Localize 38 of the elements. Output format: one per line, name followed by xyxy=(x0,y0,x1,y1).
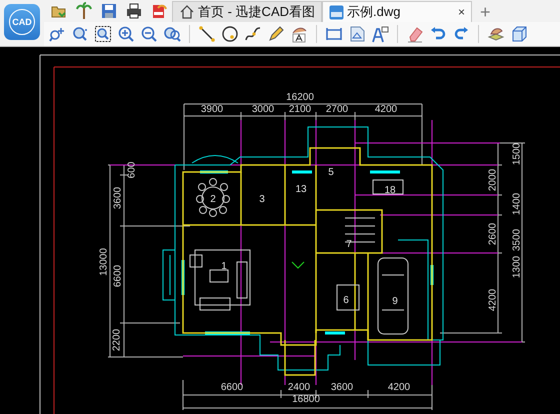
room-number: 5 xyxy=(328,167,334,178)
dimension-label: 2100 xyxy=(288,104,312,115)
room-number: 13 xyxy=(295,184,307,195)
dimension-label: 3000 xyxy=(252,104,274,115)
new-tab-button[interactable]: + xyxy=(472,2,499,22)
room-number: 18 xyxy=(384,185,396,196)
dimension-label: 3600 xyxy=(112,186,124,210)
room-number: 7 xyxy=(346,239,352,250)
dimension-label: 13000 xyxy=(98,248,110,276)
dimension-label: 4200 xyxy=(488,288,498,312)
room-number: 9 xyxy=(392,296,398,307)
dimension-label: 1300 xyxy=(512,256,522,278)
dimension-label: 4200 xyxy=(388,382,410,393)
close-tab-button[interactable]: × xyxy=(418,5,465,19)
room-number: 3 xyxy=(259,194,265,205)
dimension-label: 2400 xyxy=(288,382,310,393)
tab-label: 首页 - 迅捷CAD看图 xyxy=(198,3,315,21)
room-number: 1 xyxy=(221,261,227,272)
dimension-label: 3600 xyxy=(330,382,354,393)
dimension-label: 1400 xyxy=(512,192,522,216)
home-tab[interactable]: 首页 - 迅捷CAD看图 xyxy=(172,1,322,22)
room-number: 2 xyxy=(210,194,216,205)
dimension-label: 3900 xyxy=(200,104,224,115)
dimension-label: 1500 xyxy=(512,142,522,166)
tab-label: 示例.dwg xyxy=(347,3,400,21)
dimension-label: 2700 xyxy=(326,104,348,115)
dimension-label: 2600 xyxy=(488,222,498,246)
dimension-label: 6600 xyxy=(220,382,244,393)
dimension-label: 2000 xyxy=(488,168,498,192)
dimension-label: 2200 xyxy=(112,328,122,352)
dimension-label: 4200 xyxy=(374,104,398,115)
room-number: 6 xyxy=(343,295,349,306)
dimension-label: 16800 xyxy=(292,394,320,405)
dimension-label: 16200 xyxy=(286,92,314,103)
file-tab[interactable]: 示例.dwg × xyxy=(322,1,472,22)
dimension-label: 6600 xyxy=(112,264,124,288)
dimension-label: 600 xyxy=(126,162,138,178)
dimension-label: 3500 xyxy=(512,228,522,252)
